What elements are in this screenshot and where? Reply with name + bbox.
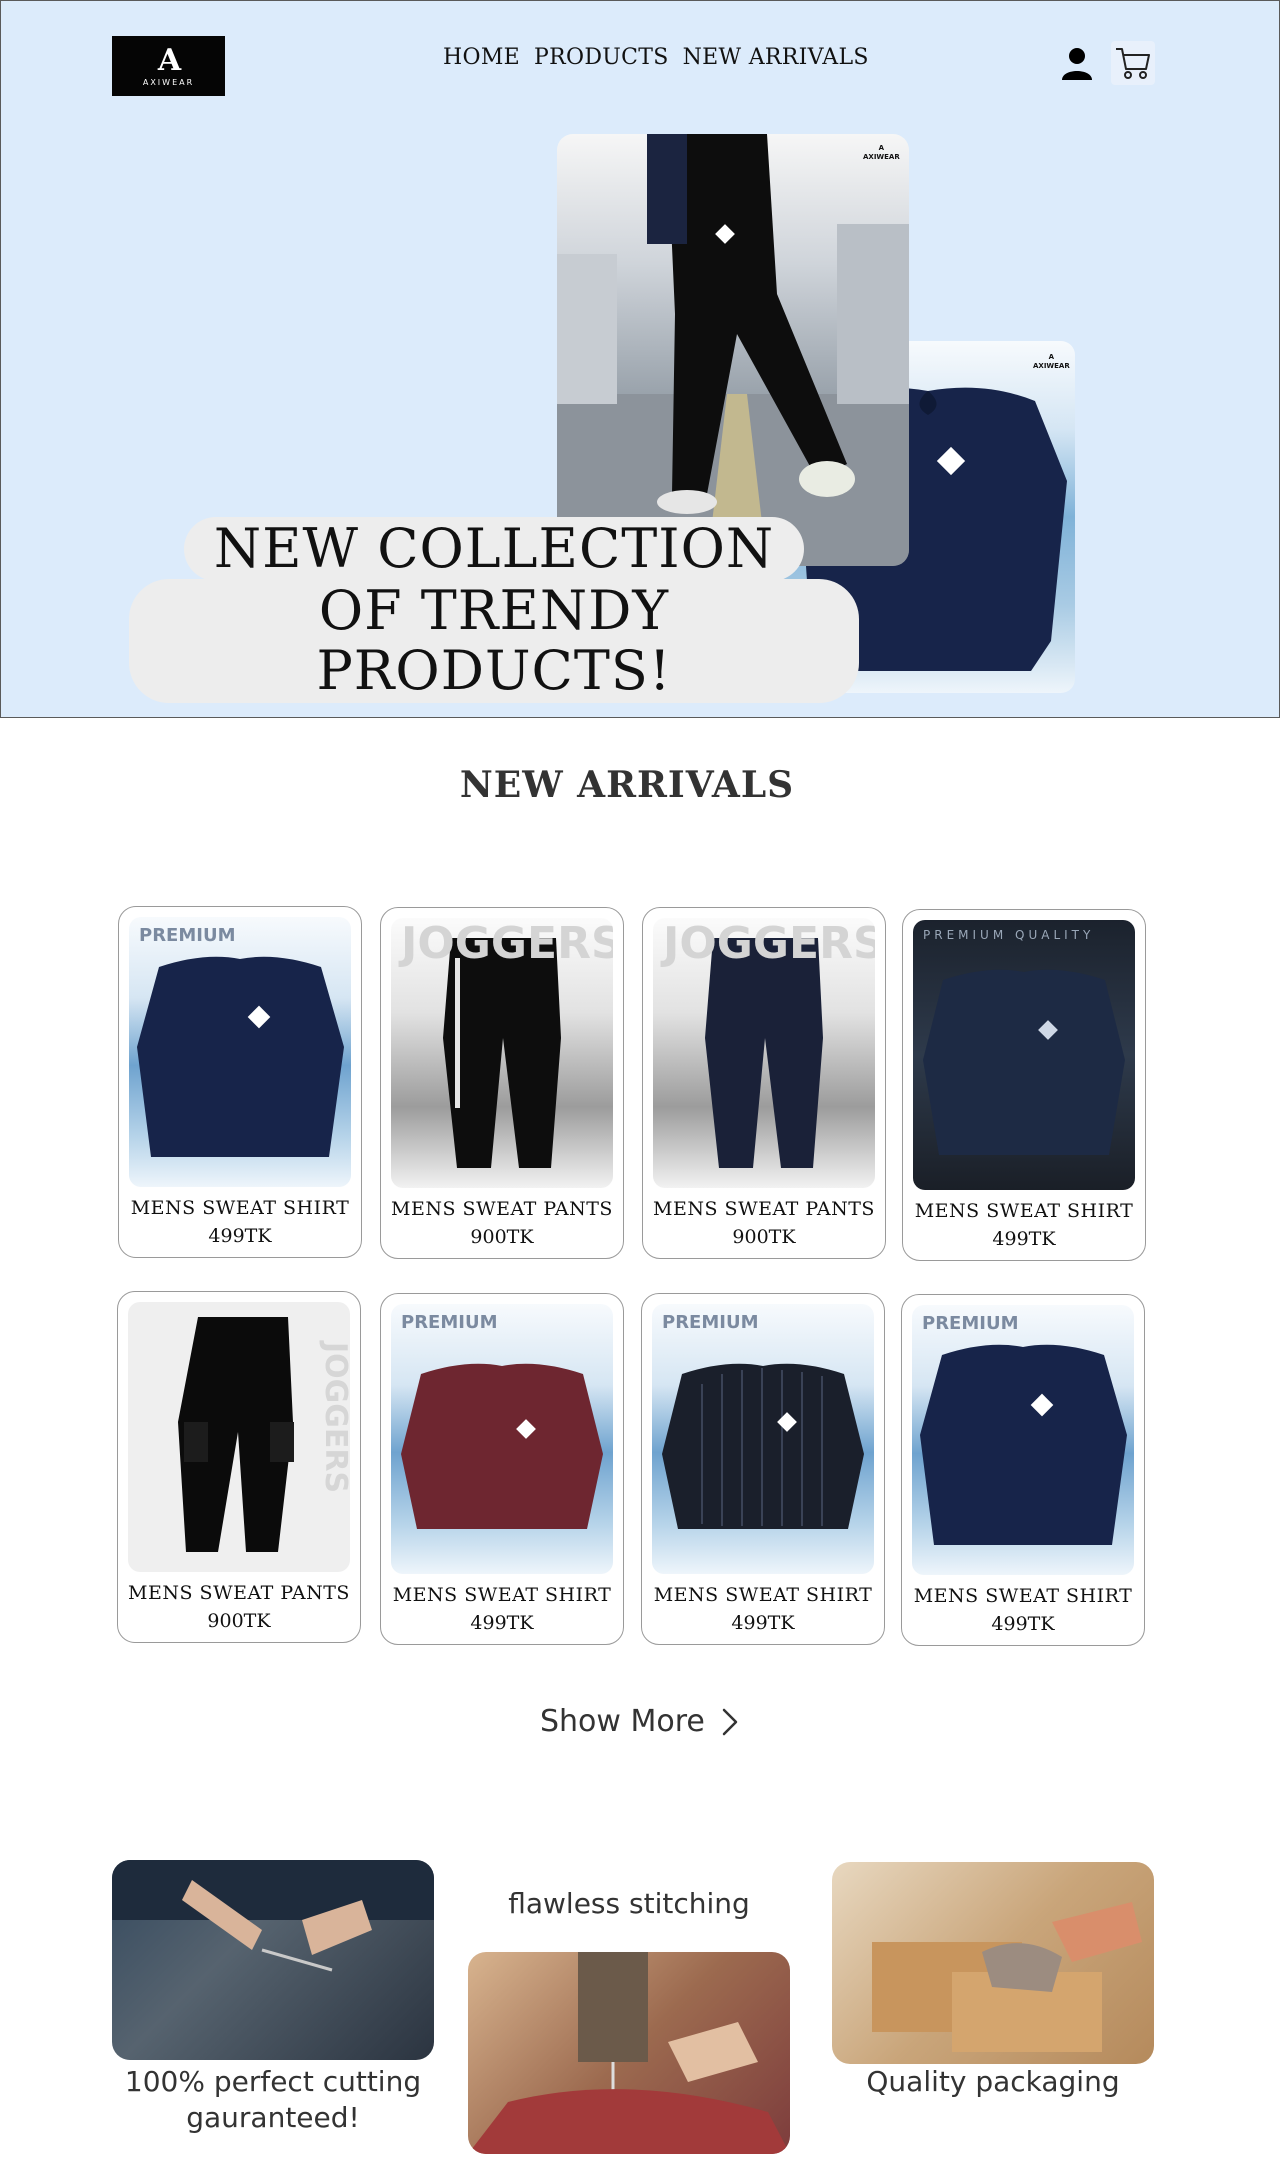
product-image: JOGGERS	[128, 1302, 350, 1572]
product-card[interactable]: JOGGERS MENS SWEAT PANTS 900TK	[380, 907, 624, 1259]
sweatshirt-illustration	[920, 1344, 1127, 1545]
product-card[interactable]: PREMIUM MENS SWEAT SHIRT 499TK	[641, 1293, 885, 1645]
packaging-image	[832, 1862, 1154, 2064]
product-image-label: JOGGERS	[663, 918, 875, 969]
user-icon	[1062, 48, 1092, 80]
sweatshirt-illustration	[401, 1363, 603, 1529]
feature-caption-line-1: 100% perfect cutting	[124, 2065, 422, 2098]
show-more-button[interactable]: Show More	[540, 1704, 739, 1739]
product-price: 499TK	[991, 1613, 1055, 1635]
product-card[interactable]: JOGGERS MENS SWEAT PANTS 900TK	[642, 907, 886, 1259]
product-price: 499TK	[731, 1612, 795, 1634]
product-price: 900TK	[207, 1610, 271, 1632]
product-image-label: PREMIUM	[922, 1313, 1019, 1334]
section-title-new-arrivals: NEW ARRIVALS	[459, 764, 795, 806]
sweatshirt-illustration	[662, 1363, 864, 1529]
product-price: 900TK	[470, 1226, 534, 1248]
product-card[interactable]: PREMIUM MENS SWEAT SHIRT 499TK	[118, 906, 362, 1258]
feature-caption-cutting: 100% perfect cutting gauranteed!	[112, 2064, 434, 2136]
product-image-label: JOGGERS	[401, 918, 613, 969]
stitching-image	[468, 1952, 790, 2154]
nav-link-home[interactable]: HOME	[443, 45, 520, 70]
product-price: 499TK	[992, 1228, 1056, 1250]
sweatshirt-illustration	[137, 956, 344, 1157]
product-name: MENS SWEAT PANTS	[128, 1582, 350, 1604]
product-image-label: PREMIUM	[401, 1312, 498, 1333]
feature-caption-packaging: Quality packaging	[866, 2065, 1120, 2098]
hero-headline-line-1: NEW COLLECTION	[183, 517, 805, 581]
product-name: MENS SWEAT PANTS	[653, 1198, 875, 1220]
product-image-label: PREMIUM QUALITY	[923, 928, 1095, 942]
product-price: 499TK	[208, 1225, 272, 1247]
product-image: JOGGERS	[391, 918, 613, 1188]
account-button[interactable]	[1055, 41, 1099, 85]
product-image: JOGGERS	[653, 918, 875, 1188]
product-card[interactable]: PREMIUM MENS SWEAT SHIRT 499TK	[380, 1293, 624, 1645]
cart-button[interactable]	[1111, 41, 1155, 85]
logo-text: AXIWEAR	[142, 77, 195, 87]
product-card[interactable]: PREMIUM MENS SWEAT SHIRT 499TK	[901, 1294, 1145, 1646]
product-image: PREMIUM	[391, 1304, 613, 1574]
feature-caption-line-2: gauranteed!	[186, 2101, 360, 2134]
logo-mark: A	[157, 42, 181, 78]
chevron-right-icon	[722, 1708, 738, 1735]
cutting-image	[112, 1860, 434, 2060]
product-image: PREMIUM QUALITY	[913, 920, 1135, 1190]
product-image: PREMIUM	[652, 1304, 874, 1574]
product-image-label: PREMIUM	[662, 1312, 759, 1333]
hero-brand-mark-1: A AXIWEAR	[863, 144, 900, 161]
hero-banner: A AXIWEAR HOME PRODUCTS NEW ARRIVALS A AX…	[0, 0, 1280, 718]
sweatshirt-illustration	[923, 969, 1125, 1155]
product-image-label: PREMIUM	[139, 925, 236, 946]
nav-link-products[interactable]: PRODUCTS	[534, 45, 669, 70]
hero-headline: NEW COLLECTION OF TRENDY PRODUCTS!	[129, 517, 859, 703]
product-name: MENS SWEAT SHIRT	[130, 1197, 350, 1219]
main-nav: HOME PRODUCTS NEW ARRIVALS	[443, 45, 869, 70]
product-card[interactable]: PREMIUM QUALITY MENS SWEAT SHIRT 499TK	[902, 909, 1146, 1261]
cargo-joggers-illustration	[178, 1317, 294, 1552]
feature-caption-stitching: flawless stitching	[508, 1887, 750, 1920]
product-name: MENS SWEAT SHIRT	[653, 1584, 873, 1606]
packaging-illustration	[872, 1902, 1142, 2052]
product-name: MENS SWEAT PANTS	[391, 1198, 613, 1220]
product-price: 900TK	[732, 1226, 796, 1248]
joggers-illustration	[557, 134, 909, 566]
cart-icon	[1116, 48, 1150, 79]
product-image: PREMIUM	[912, 1305, 1134, 1575]
show-more-label: Show More	[540, 1704, 705, 1739]
hero-joggers-image: A AXIWEAR	[557, 134, 909, 566]
product-name: MENS SWEAT SHIRT	[392, 1584, 612, 1606]
product-card[interactable]: JOGGERS MENS SWEAT PANTS 900TK	[117, 1291, 361, 1643]
product-price: 499TK	[470, 1612, 534, 1634]
product-image: PREMIUM	[129, 917, 351, 1187]
cutting-illustration	[112, 1860, 434, 1972]
product-name: MENS SWEAT SHIRT	[914, 1200, 1134, 1222]
product-image-label: JOGGERS	[318, 1342, 350, 1494]
nav-link-new-arrivals[interactable]: NEW ARRIVALS	[683, 45, 869, 70]
brand-logo[interactable]: A AXIWEAR	[112, 36, 225, 96]
stitching-illustration	[468, 1952, 790, 2154]
hero-brand-mark-2: A AXIWEAR	[1033, 353, 1070, 370]
hero-headline-line-2: OF TRENDY PRODUCTS!	[129, 579, 859, 703]
product-name: MENS SWEAT SHIRT	[913, 1585, 1133, 1607]
